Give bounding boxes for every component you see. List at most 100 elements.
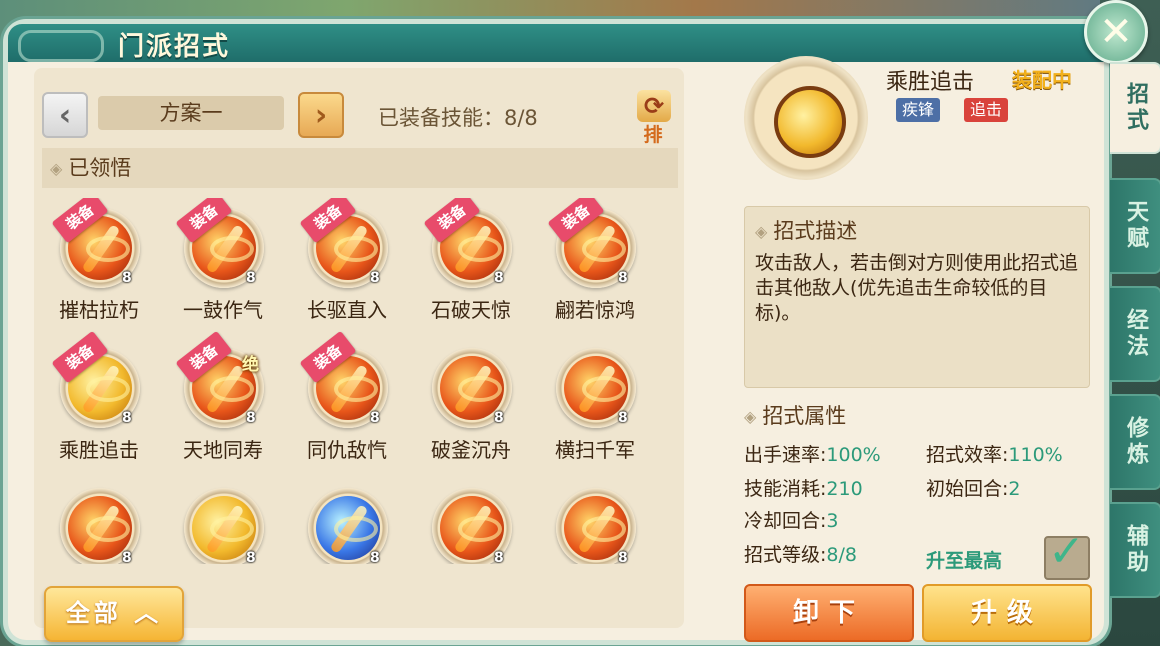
swirl-icon — [458, 516, 502, 542]
skill-slot[interactable]: 8 装备 摧枯拉朽 — [44, 198, 154, 330]
swirl-icon — [210, 376, 254, 402]
attribute-speed: 出手速率:100% — [744, 440, 881, 467]
skill-level: 8 — [246, 410, 256, 426]
skill-slot[interactable]: 8 — [416, 480, 526, 564]
skill-detail-panel: 乘胜追击 装配中 疾锋 追击 ◈ 招式描述 攻击敌人，若击倒对方则使用此招式追击其… — [716, 50, 1098, 642]
skill-grid: 8 装备 摧枯拉朽 8 装备 一鼓作气 8 装备 长驱直入 8 装备 石破天惊 8 装备 翩若惊鸿 8 装备 乘胜… — [34, 198, 684, 564]
skill-slot[interactable]: 8 — [168, 480, 278, 564]
skill-slot[interactable]: 8 横扫千军 — [540, 340, 650, 470]
skill-slot[interactable]: 8 装备 翩若惊鸿 — [540, 198, 650, 330]
attribute-value: 210 — [826, 478, 863, 500]
skill-slot[interactable]: 8 装备 石破天惊 — [416, 198, 526, 330]
unload-button[interactable]: 卸下 — [744, 584, 914, 642]
attribute-initial-round: 初始回合:2 — [926, 474, 1021, 501]
skill-slot[interactable]: 8 — [292, 480, 402, 564]
skill-name: 石破天惊 — [431, 298, 511, 322]
learned-section-header: ◈ 已领悟 — [42, 148, 678, 188]
skill-slot[interactable]: 8 破釜沉舟 — [416, 340, 526, 470]
skill-level: 8 — [618, 410, 628, 426]
swirl-icon — [86, 516, 130, 542]
skills-panel: 门派招式 ‹ 方案一 › 已装备技能：8/8 ⟳ 排序 ◈ 已领悟 8装备摧枯拉朽… — [8, 24, 1104, 642]
attribute-label: 技能消耗: — [744, 478, 827, 500]
skill-level: 8 — [494, 410, 504, 426]
attribute-label: 招式效率: — [926, 444, 1009, 466]
attributes-header: ◈ 招式属性 — [744, 400, 846, 430]
skill-slot[interactable]: 8 装备 乘胜追击 — [44, 330, 154, 470]
attribute-efficiency: 招式效率:110% — [926, 440, 1063, 467]
skill-level: 8 — [370, 270, 380, 286]
checkmark-icon: ✓ — [1048, 526, 1085, 577]
skill-level: 8 — [370, 410, 380, 426]
skill-name: 翩若惊鸿 — [555, 298, 635, 322]
tab-skills[interactable]: 招式 — [1110, 62, 1160, 154]
swirl-icon — [582, 516, 626, 542]
skill-slot[interactable]: 8 装备 同仇敌忾 — [292, 330, 402, 470]
tab-cultivation[interactable]: 修炼 — [1110, 394, 1160, 490]
skill-level: 8 — [494, 270, 504, 286]
skill-tag: 追击 — [964, 98, 1009, 122]
skill-name: 摧枯拉朽 — [59, 298, 139, 322]
window-title: 门派招式 — [118, 32, 231, 62]
attribute-cost: 技能消耗:210 — [744, 474, 863, 501]
swirl-icon — [86, 376, 130, 402]
swirl-icon — [334, 516, 378, 542]
selected-skill-name: 乘胜追击 — [886, 70, 975, 95]
attribute-label: 初始回合: — [926, 478, 1009, 500]
swirl-icon — [210, 516, 254, 542]
close-button[interactable]: ✕ — [1084, 0, 1148, 64]
skill-slot[interactable]: 8 — [540, 480, 650, 564]
skill-level: 8 — [618, 270, 628, 286]
swirl-icon — [86, 236, 130, 262]
swirl-icon — [210, 236, 254, 262]
upgrade-max-label: 升至最高 — [926, 550, 1003, 572]
skill-level: 8 — [122, 410, 132, 426]
diamond-icon: ◈ — [755, 222, 768, 241]
swirl-icon — [334, 376, 378, 402]
tab-assist[interactable]: 辅助 — [1110, 502, 1160, 598]
attribute-label: 冷却回合: — [744, 510, 827, 532]
tab-talent[interactable]: 天赋 — [1110, 178, 1160, 274]
skill-tag: 疾锋 — [896, 98, 941, 122]
skill-slot[interactable]: 8 装备 长驱直入 — [292, 198, 402, 330]
prev-plan-button[interactable]: ‹ — [42, 92, 88, 138]
skill-slot[interactable]: 8 装备绝天地同寿 — [168, 330, 278, 470]
description-box: ◈ 招式描述 攻击敌人，若击倒对方则使用此招式追击其他敌人(优先追击生命较低的目标… — [744, 206, 1090, 388]
attribute-value: 110% — [1008, 444, 1063, 466]
description-header: ◈ 招式描述 — [755, 215, 857, 245]
filter-all-button[interactable]: 全部 ︿ — [44, 586, 184, 642]
skill-level: 8 — [246, 270, 256, 286]
sort-button[interactable]: ⟳ 排序 — [634, 90, 674, 173]
upgrade-button[interactable]: 升级 — [922, 584, 1092, 642]
description-text: 攻击敌人，若击倒对方则使用此招式追击其他敌人(优先追击生命较低的目标)。 — [755, 252, 1079, 324]
chevron-right-icon: › — [314, 97, 328, 133]
selected-skill-frame — [744, 56, 868, 180]
close-icon: ✕ — [1099, 9, 1133, 55]
skill-slot[interactable]: 8 — [44, 480, 154, 564]
diamond-icon: ◈ — [744, 407, 757, 426]
skill-name: 破釜沉舟 — [431, 438, 511, 462]
attribute-level: 招式等级:8/8 — [744, 540, 857, 567]
skill-level: 8 — [246, 550, 256, 564]
skill-slot[interactable]: 8 装备 一鼓作气 — [168, 198, 278, 330]
description-header-label: 招式描述 — [773, 219, 858, 243]
skill-name: 长驱直入 — [307, 298, 387, 322]
skill-name: 天地同寿 — [183, 438, 263, 462]
swirl-icon — [458, 376, 502, 402]
ultimate-marker: 绝 — [242, 355, 259, 375]
attribute-label: 招式等级: — [744, 544, 827, 566]
skill-name: 一鼓作气 — [183, 298, 263, 322]
plan-selector[interactable]: 方案一 — [98, 96, 284, 130]
equipped-status: 装配中 — [1012, 68, 1072, 92]
skill-level: 8 — [122, 270, 132, 286]
upgrade-max-checkbox[interactable]: ✓ — [1044, 526, 1090, 580]
skill-level: 8 — [618, 550, 628, 564]
skill-level: 8 — [370, 550, 380, 564]
selected-skill-icon — [774, 86, 846, 158]
attribute-value: 2 — [1008, 478, 1021, 500]
skill-name: 乘胜追击 — [59, 438, 139, 462]
attribute-label: 出手速率: — [744, 444, 827, 466]
diamond-icon: ◈ — [50, 159, 63, 178]
next-plan-button[interactable]: › — [298, 92, 344, 138]
learned-section-title: 已领悟 — [68, 156, 132, 180]
tab-scripture[interactable]: 经法 — [1110, 286, 1160, 382]
